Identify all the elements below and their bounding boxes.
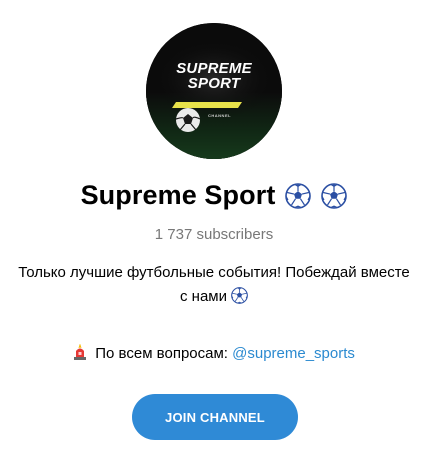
title-row: Supreme Sport (0, 180, 428, 211)
contact-label: По всем вопросам: (95, 345, 228, 362)
subscriber-count: 1 737 subscribers (154, 226, 274, 243)
soccer-ball-icon (285, 183, 311, 209)
logo-line1: SUPREME (176, 60, 252, 77)
logo-line2: SPORT (187, 75, 241, 92)
join-channel-button[interactable]: JOIN CHANNEL (132, 394, 298, 440)
channel-title: Supreme Sport (80, 180, 276, 210)
logo-stripe (172, 102, 242, 108)
soccer-ball-icon (321, 183, 347, 209)
logo-tag: CHANNEL (208, 113, 232, 118)
channel-preview: SUPREME SPORT CHANNEL Supreme Sport 1 73… (0, 0, 428, 458)
channel-avatar: SUPREME SPORT CHANNEL (146, 23, 282, 159)
channel-description: Только лучшие футбольные события! Побежд… (0, 261, 428, 309)
contact-line: По всем вопросам: @supreme_sports (0, 344, 428, 362)
soccer-ball-icon (231, 287, 248, 304)
contact-link[interactable]: @supreme_sports (232, 345, 355, 362)
description-text: Только лучшие футбольные события! Побежд… (18, 264, 410, 305)
siren-icon (73, 344, 87, 360)
ball-illustration (175, 108, 201, 132)
